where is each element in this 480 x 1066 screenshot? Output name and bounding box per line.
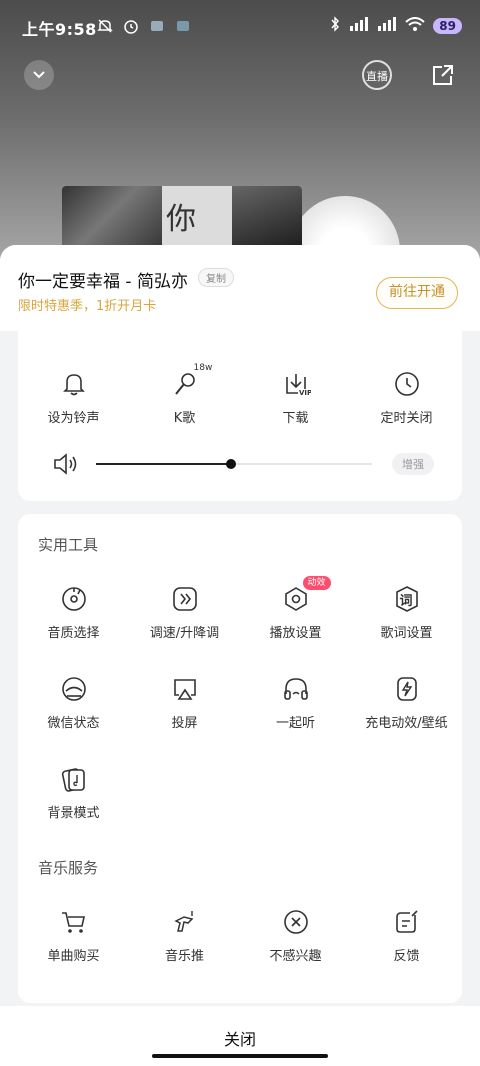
status-time: 上午9:58 <box>22 20 97 39</box>
share-button[interactable] <box>430 62 456 88</box>
sound-quality-button[interactable]: 音质选择 <box>18 584 129 641</box>
effect-badge: 动效 <box>302 576 331 590</box>
sound-quality-icon <box>59 584 89 614</box>
volume-slider-knob[interactable] <box>226 459 236 469</box>
signal-icon <box>349 17 369 34</box>
battery-indicator: 89 <box>433 17 462 34</box>
status-notification-icons <box>96 17 192 35</box>
feedback-label: 反馈 <box>393 949 420 964</box>
song-title: 你一定要幸福 - 简弘亦 <box>18 272 188 292</box>
speed-icon <box>170 584 200 614</box>
wechat-status-label: 微信状态 <box>47 716 100 731</box>
collapse-player-button[interactable] <box>24 60 54 90</box>
svg-text:VIP: VIP <box>299 389 311 397</box>
charging-wallpaper-button[interactable]: 充电动效/壁纸 <box>351 674 462 731</box>
buy-single-button[interactable]: 单曲购买 <box>18 907 129 964</box>
promo-text: 限时特惠季，1折开月卡 <box>18 299 157 314</box>
tools-card: 实用工具 音质选择 调速/升降调 动效 播放设置 词 歌词设置 微信状态 投屏 … <box>18 514 462 1003</box>
feedback-button[interactable]: 反馈 <box>351 907 462 964</box>
album-cover-text: 你 <box>166 202 196 237</box>
download-label: 下载 <box>282 411 309 426</box>
volume-control: 增强 <box>52 449 452 479</box>
download-button[interactable]: VIP 下载 <box>240 369 351 426</box>
cast-button[interactable]: 投屏 <box>129 674 240 731</box>
not-interested-label: 不感兴趣 <box>269 949 322 964</box>
music-push-label: 音乐推 <box>164 949 204 964</box>
alarm-icon <box>122 17 140 35</box>
karaoke-button[interactable]: 18w K歌 <box>129 363 240 426</box>
buy-single-label: 单曲购买 <box>47 949 100 964</box>
music-push-button[interactable]: 音乐推 <box>129 907 240 964</box>
sheet-header: 你一定要幸福 - 简弘亦 复制 限时特惠季，1折开月卡 前往开通 <box>0 245 480 331</box>
not-interested-button[interactable]: 不感兴趣 <box>240 907 351 964</box>
download-vip-icon: VIP <box>281 369 312 399</box>
karaoke-mic-icon: 18w <box>170 363 212 399</box>
speed-pitch-label: 调速/升降调 <box>149 626 220 641</box>
mute-icon <box>96 17 114 35</box>
wifi-icon <box>405 17 425 34</box>
karaoke-label: K歌 <box>173 411 196 426</box>
lyrics-settings-button[interactable]: 词 歌词设置 <box>351 584 462 641</box>
listen-together-icon <box>281 674 311 704</box>
background-mode-icon <box>59 764 89 794</box>
not-interested-icon <box>281 907 311 937</box>
cart-icon <box>59 907 89 937</box>
clock-icon <box>392 369 422 399</box>
more-options-sheet: 你一定要幸福 - 简弘亦 复制 限时特惠季，1折开月卡 前往开通 设为铃声 18… <box>0 245 480 1066</box>
karaoke-count: 18w <box>193 363 213 373</box>
background-mode-button[interactable]: 背景模式 <box>18 764 129 821</box>
home-indicator[interactable] <box>152 1054 328 1058</box>
open-membership-button[interactable]: 前往开通 <box>376 277 458 309</box>
app-notification-icon-2 <box>174 17 192 35</box>
bluetooth-icon <box>329 16 341 35</box>
listen-together-button[interactable]: 一起听 <box>240 674 351 731</box>
share-icon <box>433 65 453 85</box>
cast-label: 投屏 <box>171 716 198 731</box>
lyrics-icon: 词 <box>392 584 422 614</box>
live-button[interactable]: 直播 <box>362 60 392 90</box>
charging-wallpaper-label: 充电动效/壁纸 <box>365 716 448 731</box>
volume-fill <box>96 463 231 465</box>
cast-icon <box>170 674 200 704</box>
set-ringtone-label: 设为铃声 <box>47 411 100 426</box>
volume-boost-button[interactable]: 增强 <box>392 453 434 475</box>
play-settings-label: 播放设置 <box>269 626 322 641</box>
app-notification-icon <box>148 17 166 35</box>
lyrics-icon-glyph: 词 <box>399 594 413 609</box>
status-system-icons: 89 <box>329 16 462 35</box>
set-ringtone-button[interactable]: 设为铃声 <box>18 369 129 426</box>
wechat-status-icon <box>59 674 89 704</box>
wechat-status-button[interactable]: 微信状态 <box>18 674 129 731</box>
close-label: 关闭 <box>223 1030 256 1049</box>
play-settings-icon: 动效 <box>281 576 331 614</box>
listen-together-label: 一起听 <box>275 716 315 731</box>
lyrics-settings-label: 歌词设置 <box>380 626 433 641</box>
main-actions-card: 设为铃声 18w K歌 VIP 下载 定时关闭 增强 <box>18 331 462 501</box>
sleep-timer-label: 定时关闭 <box>380 411 433 426</box>
copy-button[interactable]: 复制 <box>198 268 234 287</box>
speaker-icon <box>52 451 80 477</box>
music-push-icon <box>170 907 200 937</box>
charging-icon <box>392 674 422 704</box>
speed-pitch-button[interactable]: 调速/升降调 <box>129 584 240 641</box>
tools-section-title: 实用工具 <box>38 536 99 554</box>
background-mode-label: 背景模式 <box>47 806 100 821</box>
bell-icon <box>59 369 89 399</box>
sound-quality-label: 音质选择 <box>47 626 100 641</box>
signal-icon-2 <box>377 17 397 34</box>
feedback-icon <box>392 907 422 937</box>
scrolled-row-partial <box>18 331 462 343</box>
status-bar: 上午9:58 89 <box>0 0 480 52</box>
play-settings-button[interactable]: 动效 播放设置 <box>240 576 351 641</box>
chevron-down-icon <box>33 71 45 79</box>
volume-slider[interactable] <box>96 459 372 469</box>
services-section-title: 音乐服务 <box>38 859 99 877</box>
sleep-timer-button[interactable]: 定时关闭 <box>351 369 462 426</box>
